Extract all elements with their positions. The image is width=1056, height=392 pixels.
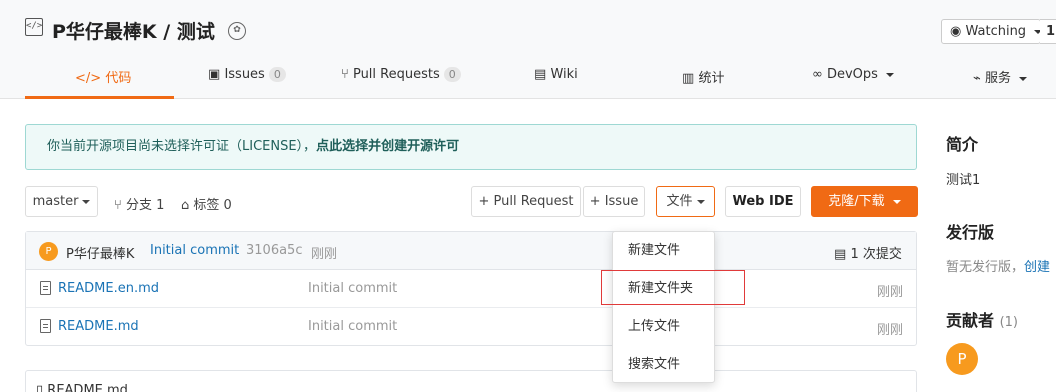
- create-release-link[interactable]: 创建: [1024, 260, 1050, 275]
- file-time: 刚刚: [877, 323, 904, 338]
- avatar[interactable]: P: [39, 242, 58, 261]
- chevron-down-icon: [892, 199, 901, 204]
- file-commit-message[interactable]: Initial commit: [308, 319, 397, 334]
- tab-devops[interactable]: ∞ DevOps: [812, 67, 895, 82]
- contributors-title: 贡献者 (1): [946, 307, 1018, 331]
- pulse-icon: ⌁: [973, 71, 981, 86]
- active-tab-indicator: [25, 96, 174, 99]
- book-icon: ▤: [534, 67, 547, 82]
- issues-icon: ▣: [208, 67, 221, 82]
- notice-text: 你当前开源项目尚未选择许可证（LICENSE），: [47, 139, 317, 154]
- chevron-down-icon: [82, 199, 91, 204]
- tab-pull-requests[interactable]: ⑂ Pull Requests 0: [341, 67, 461, 82]
- release-title: 发行版: [946, 223, 995, 242]
- file-time: 刚刚: [877, 285, 904, 300]
- repo-header: </> P华仔最棒K / 测试 ✿ ◉ Watching 1 </> 代码 ▣ …: [0, 0, 1056, 99]
- file-icon: [40, 281, 51, 295]
- tab-code[interactable]: </> 代码: [75, 67, 131, 86]
- tab-wiki[interactable]: ▤ Wiki: [534, 67, 578, 82]
- release-text: 暂无发行版，创建: [946, 256, 1050, 275]
- tag-icon: ⌂: [181, 198, 190, 213]
- clone-label: 克隆/下载: [828, 194, 885, 209]
- tab-pr-label: Pull Requests: [352, 67, 440, 82]
- tab-issues-label: Issues: [224, 67, 265, 82]
- tab-issues[interactable]: ▣ Issues 0: [208, 67, 286, 82]
- menu-item-new-file[interactable]: 新建文件: [613, 232, 714, 270]
- file-icon: [40, 319, 51, 333]
- commits-label: 1 次提交: [850, 247, 902, 262]
- tab-devops-label: DevOps: [826, 67, 878, 82]
- file-menu-label: 文件: [666, 194, 693, 209]
- tab-stats-label: 统计: [698, 71, 725, 86]
- file-menu-button[interactable]: 文件: [656, 186, 715, 217]
- file-name[interactable]: README.en.md: [58, 281, 159, 296]
- tags-label: 标签 0: [193, 198, 232, 213]
- tags-link[interactable]: ⌂ 标签 0: [181, 194, 232, 213]
- chevron-down-icon: [1019, 76, 1028, 81]
- clone-download-button[interactable]: 克隆/下载: [811, 186, 918, 217]
- readme-header: ▯ README.md: [36, 383, 128, 392]
- menu-item-upload-file[interactable]: 上传文件: [613, 308, 714, 346]
- branches-label: 分支 1: [125, 198, 165, 213]
- readme-title: README.md: [47, 383, 128, 392]
- infinity-icon: ∞: [812, 67, 823, 82]
- avatar[interactable]: P: [946, 343, 978, 375]
- file-table: P P华仔最棒K Initial commit 3106a5c 刚刚 ▤ 1 次…: [25, 231, 917, 346]
- repo-icon: </>: [25, 18, 43, 36]
- commit-message[interactable]: Initial commit: [150, 243, 239, 258]
- issues-count: 0: [268, 67, 286, 82]
- pr-count: 0: [443, 67, 461, 82]
- gvp-badge-icon[interactable]: ✿: [228, 22, 246, 40]
- commit-author[interactable]: P华仔最棒K: [66, 243, 134, 262]
- commits-count-link[interactable]: ▤ 1 次提交: [834, 243, 902, 262]
- pull-request-button[interactable]: + Pull Request: [471, 186, 581, 217]
- table-row[interactable]: README.en.md Initial commit 刚刚: [26, 270, 916, 308]
- tab-code-label: 代码: [105, 71, 132, 86]
- issue-button[interactable]: + Issue: [583, 186, 645, 217]
- code-icon: </>: [75, 71, 102, 86]
- highlight-annotation: [601, 270, 745, 305]
- release-empty-text: 暂无发行版，: [946, 260, 1025, 275]
- branch-icon: ⑂: [114, 198, 122, 213]
- tab-wiki-label: Wiki: [550, 67, 578, 82]
- file-name[interactable]: README.md: [58, 319, 139, 334]
- contributors-count: (1): [999, 315, 1019, 330]
- menu-item-search-file[interactable]: 搜索文件: [613, 346, 714, 384]
- eye-icon: ◉: [950, 24, 962, 39]
- pull-request-icon: ⑂: [341, 67, 349, 82]
- branch-label: master: [32, 194, 79, 209]
- contributors-label: 贡献者: [946, 311, 995, 330]
- intro-text: 测试1: [946, 173, 981, 188]
- readme-panel: ▯ README.md: [25, 370, 917, 392]
- watch-count[interactable]: 1: [1040, 19, 1056, 44]
- watch-label: Watching: [965, 24, 1027, 39]
- commit-time: 刚刚: [311, 247, 338, 262]
- create-license-link[interactable]: 点此选择并创建开源许可: [316, 139, 459, 154]
- file-icon: ▯: [36, 383, 44, 392]
- branches-link[interactable]: ⑂ 分支 1: [114, 194, 164, 213]
- table-row[interactable]: README.md Initial commit 刚刚: [26, 308, 916, 346]
- file-dropdown-menu: 新建文件 新建文件夹 上传文件 搜索文件: [612, 231, 715, 383]
- commit-hash[interactable]: 3106a5c: [246, 243, 302, 258]
- web-ide-button[interactable]: Web IDE: [725, 186, 801, 217]
- tab-stats[interactable]: ▥ 统计: [682, 67, 724, 86]
- intro-title: 简介: [946, 135, 979, 154]
- repo-title[interactable]: P华仔最棒K / 测试: [52, 17, 215, 44]
- tab-services[interactable]: ⌁ 服务: [973, 67, 1028, 86]
- license-notice: 你当前开源项目尚未选择许可证（LICENSE），点此选择并创建开源许可: [25, 124, 917, 170]
- tab-services-label: 服务: [984, 71, 1011, 86]
- watch-button[interactable]: ◉ Watching: [941, 19, 1043, 44]
- branch-select[interactable]: master: [25, 186, 98, 217]
- history-icon: ▤: [834, 247, 847, 262]
- bar-chart-icon: ▥: [682, 71, 695, 86]
- chevron-down-icon: [696, 199, 705, 204]
- latest-commit-bar: P P华仔最棒K Initial commit 3106a5c 刚刚 ▤ 1 次…: [26, 232, 916, 270]
- file-commit-message[interactable]: Initial commit: [308, 281, 397, 296]
- chevron-down-icon: [886, 72, 895, 77]
